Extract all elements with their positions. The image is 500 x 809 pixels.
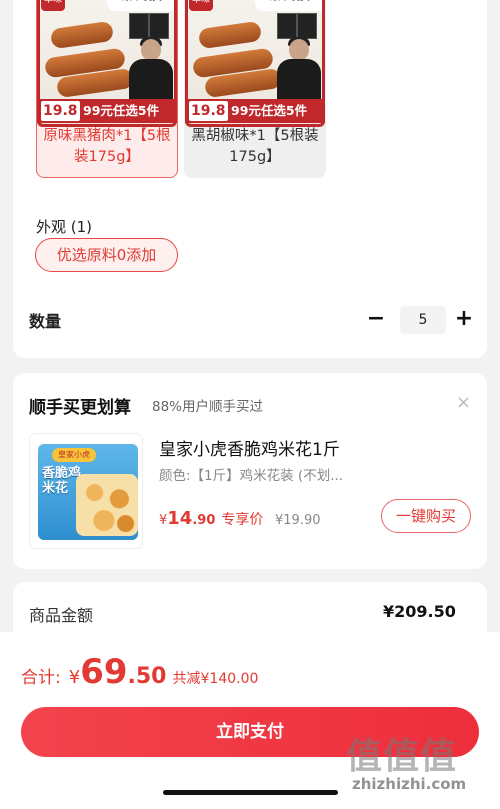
variant-label: 黑胡椒味*1【5根装175g】 bbox=[191, 128, 319, 165]
goods-amount-value: ¥209.50 bbox=[383, 602, 456, 621]
quantity-input[interactable]: 5 bbox=[400, 306, 446, 334]
quantity-label: 数量 bbox=[29, 312, 62, 331]
original-price: ¥19.90 bbox=[275, 513, 321, 528]
total-label: 合计: bbox=[21, 668, 61, 688]
recommended-product-name[interactable]: 皇家小虎香脆鸡米花1斤 bbox=[159, 435, 340, 460]
recommended-product-price: ¥14.90 专享价 bbox=[159, 508, 264, 529]
recommended-product-image[interactable]: 皇家小虎 香脆鸡米花 bbox=[29, 433, 143, 549]
one-click-buy-button[interactable]: 一键购买 bbox=[381, 499, 471, 533]
checkout-bar: 合计: ¥69.50 共减¥140.00 立即支付 值值值 zhizhizhi.co… bbox=[0, 632, 500, 809]
appearance-option-chip[interactable]: 优选原料0添加 bbox=[35, 238, 178, 272]
recommended-product-spec[interactable]: 颜色:【1斤】鸡米花装 (不划... bbox=[159, 464, 369, 484]
recommendation-title: 顺手买更划算 bbox=[29, 398, 131, 418]
package-brand-tag: 皇家小虎 bbox=[52, 448, 96, 462]
variant-image: 本味 顺丰发货 19.8 99元任选5件 bbox=[37, 0, 177, 127]
variant-option-original[interactable]: 本味 顺丰发货 19.8 99元任选5件 原味黑猪肉*1【5根装175g】 bbox=[36, 0, 178, 178]
watermark-logo: 值值值 bbox=[346, 736, 458, 777]
quantity-increase-button[interactable]: + bbox=[453, 306, 475, 334]
price-type-label: 专享价 bbox=[221, 512, 264, 528]
discount-amount: 共减¥140.00 bbox=[172, 671, 259, 687]
close-icon[interactable]: × bbox=[456, 393, 471, 413]
quantity-stepper: − 5 + bbox=[365, 306, 475, 334]
watermark-url: zhizhizhi.com bbox=[352, 775, 467, 793]
quantity-decrease-button[interactable]: − bbox=[365, 306, 387, 334]
recommendation-subtitle: 88%用户顺手买过 bbox=[152, 399, 264, 415]
product-options-card: 本味 顺丰发货 19.8 99元任选5件 原味黑猪肉*1【5根装175g】 本味… bbox=[13, 0, 487, 358]
variant-image: 本味 顺丰发货 19.8 99元任选5件 bbox=[185, 0, 325, 127]
total-amount: 合计: ¥69.50 共减¥140.00 bbox=[21, 652, 259, 692]
goods-amount-label: 商品金额 bbox=[29, 606, 94, 625]
product-package-graphic: 皇家小虎 香脆鸡米花 bbox=[38, 444, 138, 540]
recommendation-card: 顺手买更划算 88%用户顺手买过 × 皇家小虎 香脆鸡米花 皇家小虎香脆鸡米花1… bbox=[13, 373, 487, 569]
appearance-label: 外观 (1) bbox=[36, 218, 93, 236]
variant-label: 原味黑猪肉*1【5根装175g】 bbox=[43, 128, 171, 165]
variant-option-black-pepper[interactable]: 本味 顺丰发货 19.8 99元任选5件 黑胡椒味*1【5根装175g】 bbox=[184, 0, 326, 178]
home-indicator[interactable] bbox=[163, 790, 338, 795]
